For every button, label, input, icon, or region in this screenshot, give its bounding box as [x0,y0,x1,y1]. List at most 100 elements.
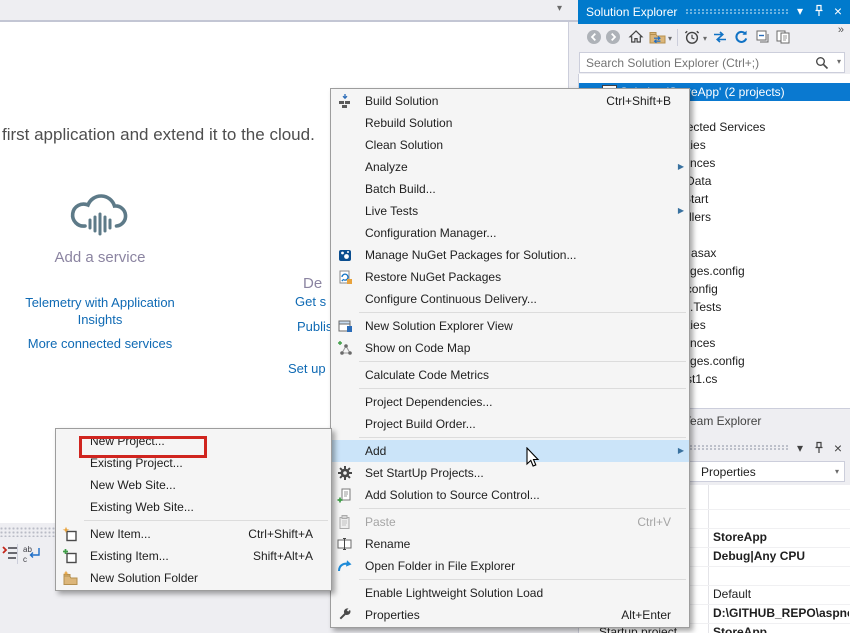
no-icon [62,433,78,449]
search-input[interactable] [579,52,845,73]
menu-item-label: Restore NuGet Packages [365,270,501,284]
nuget-restore-icon [337,269,353,285]
show-all-files-icon[interactable] [775,29,792,46]
menu-item-new-solution-explorer-view[interactable]: New Solution Explorer View [331,315,689,337]
menu-item-live-tests[interactable]: Live Tests▶ [331,200,689,222]
menu-item-manage-nuget-packages[interactable]: Manage NuGet Packages for Solution... [331,244,689,266]
menu-item-label: Analyze [365,160,408,174]
set-up-link-clipped[interactable]: Set up [288,361,326,376]
menu-item-configure-continuous-delivery[interactable]: Configure Continuous Delivery... [331,288,689,310]
property-value[interactable]: D:\GITHUB_REPO\aspne [713,604,849,623]
menu-item-new-solution-folder[interactable]: New Solution Folder [56,567,331,589]
no-icon [337,416,353,432]
property-value[interactable]: Default [713,585,849,604]
new-item-icon [62,526,78,542]
menu-item-label: New Solution Explorer View [365,319,513,333]
menu-item-existing-project[interactable]: Existing Project... [56,452,331,474]
menu-item-existing-item[interactable]: Existing Item...Shift+Alt+A [56,545,331,567]
add-a-service-button[interactable]: Add a service [10,182,190,266]
chevron-down-icon[interactable]: ▾ [835,467,839,476]
window-position-icon[interactable]: ▾ [792,441,808,457]
get-started-link-clipped[interactable]: Get s [295,294,326,309]
property-value[interactable]: StoreApp [713,528,849,547]
sync-active-document-icon[interactable] [649,29,666,46]
menu-item-add-solution-to-source-control[interactable]: Add Solution to Source Control... [331,484,689,506]
rename-icon [337,536,353,552]
chevron-down-icon[interactable]: ▾ [703,34,707,43]
word-wrap-icon[interactable]: ab c [22,543,42,568]
menu-item-show-on-code-map[interactable]: Show on Code Map [331,337,689,359]
menu-item-build-solution[interactable]: Build SolutionCtrl+Shift+B [331,90,689,112]
menu-item-label: Properties [365,608,420,622]
no-icon [337,115,353,131]
no-icon [62,455,78,471]
back-icon[interactable] [586,29,603,46]
no-icon [337,225,353,241]
submenu-arrow-icon: ▶ [678,200,684,222]
menu-item-label: Configure Continuous Delivery... [365,292,537,306]
forward-icon[interactable] [605,29,622,46]
pending-changes-filter-icon[interactable] [684,29,701,46]
tab-team-explorer[interactable]: Team Explorer [684,414,761,428]
menu-item-analyze[interactable]: Analyze▶ [331,156,689,178]
new-solution-folder-icon [62,570,78,586]
publish-link-clipped[interactable]: Publis [297,319,332,334]
telemetry-app-insights-link[interactable]: Telemetry with Application Insights [10,294,190,328]
menu-item-open-folder-in-file-explorer[interactable]: Open Folder in File Explorer [331,555,689,577]
menu-item-project-dependencies[interactable]: Project Dependencies... [331,391,689,413]
no-icon [337,159,353,175]
menu-item-set-startup-projects[interactable]: Set StartUp Projects... [331,462,689,484]
pin-icon[interactable] [811,441,827,457]
home-icon[interactable] [628,29,645,46]
more-connected-services-link[interactable]: More connected services [10,336,190,351]
menu-item-batch-build[interactable]: Batch Build... [331,178,689,200]
no-icon [337,203,353,219]
no-icon [62,477,78,493]
menu-item-restore-nuget-packages[interactable]: Restore NuGet Packages [331,266,689,288]
menu-item-new-web-site[interactable]: New Web Site... [56,474,331,496]
solution-explorer-titlebar[interactable]: Solution Explorer ▾ × [578,0,850,24]
window-position-icon[interactable]: ▾ [792,4,808,20]
menu-separator [359,437,686,438]
close-icon[interactable]: × [830,441,846,457]
pin-icon[interactable] [811,4,827,20]
property-value[interactable]: StoreApp [713,623,849,633]
search-icon[interactable] [815,56,829,73]
menu-item-label: Calculate Code Metrics [365,368,489,382]
refresh-icon[interactable] [733,29,750,46]
close-icon[interactable]: × [830,4,846,20]
menu-item-add[interactable]: Add▶ [331,440,689,462]
menu-item-new-project[interactable]: New Project... [56,430,331,452]
menu-item-configuration-manager[interactable]: Configuration Manager... [331,222,689,244]
menu-item-label: Open Folder in File Explorer [365,559,515,573]
menu-item-rebuild-solution[interactable]: Rebuild Solution [331,112,689,134]
menu-item-label: Configuration Manager... [365,226,496,240]
toolbar-overflow-icon[interactable]: » [838,24,844,36]
add-submenu: New Project...Existing Project...New Web… [55,428,332,591]
menu-item-new-item[interactable]: New Item...Ctrl+Shift+A [56,523,331,545]
properties-combobox-text: Properties [701,465,756,479]
chevron-down-icon[interactable]: ▾ [668,34,672,43]
error-list-icon[interactable] [2,543,18,568]
menu-item-enable-lightweight-solution-load[interactable]: Enable Lightweight Solution Load [331,582,689,604]
menu-item-label: Existing Item... [90,549,169,563]
menu-item-properties[interactable]: PropertiesAlt+Enter [331,604,689,626]
switch-views-icon[interactable] [712,29,729,46]
build-icon [337,93,353,109]
menu-item-label: Existing Web Site... [90,500,194,514]
menu-item-shortcut: Ctrl+Shift+A [248,523,313,545]
menu-item-rename[interactable]: Rename [331,533,689,555]
property-value[interactable]: Debug|Any CPU [713,547,849,566]
deploy-label-clipped: De [303,275,322,292]
menu-item-label: Manage NuGet Packages for Solution... [365,248,576,262]
search-options-dropdown-icon[interactable]: ▾ [837,57,841,66]
collapse-all-icon[interactable] [755,29,772,46]
menu-item-existing-web-site[interactable]: Existing Web Site... [56,496,331,518]
menu-item-calculate-code-metrics[interactable]: Calculate Code Metrics [331,364,689,386]
menu-item-project-build-order[interactable]: Project Build Order... [331,413,689,435]
document-well-dropdown-icon[interactable]: ▾ [557,3,562,14]
menu-item-clean-solution[interactable]: Clean Solution [331,134,689,156]
no-icon [337,367,353,383]
solution-explorer-toolbar: » ▾ ▾ [578,24,850,52]
menu-item-paste[interactable]: PasteCtrl+V [331,511,689,533]
